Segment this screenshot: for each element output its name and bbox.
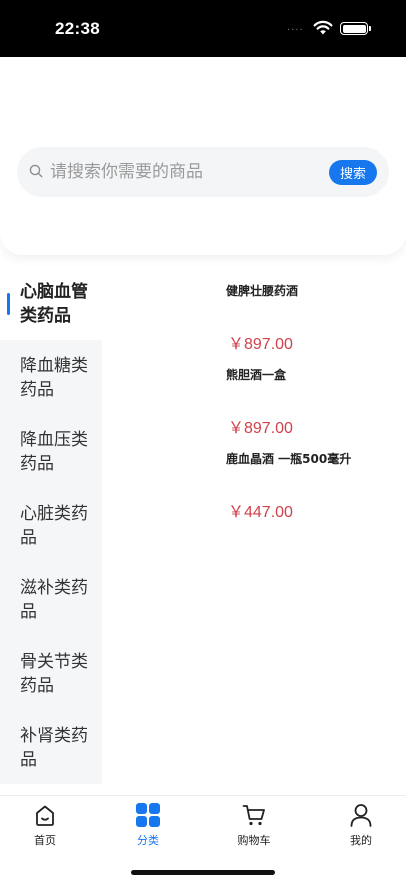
category-label: 降血糖类药品	[20, 356, 88, 400]
tab-category[interactable]: 分类	[118, 802, 178, 848]
product-name: 健脾壮腰药酒	[226, 284, 299, 298]
category-item-blood-pressure[interactable]: 降血压类药品	[0, 414, 102, 488]
product-name: 鹿血晶酒 一瓶500毫升	[226, 452, 352, 466]
product-price: ￥447.00	[228, 504, 293, 521]
tab-cart[interactable]: 购物车	[224, 802, 284, 848]
category-item-heart[interactable]: 心脏类药品	[0, 488, 102, 562]
header: 搜索	[0, 57, 406, 255]
product-price: ￥897.00	[228, 336, 293, 353]
tab-label: 分类	[137, 834, 159, 847]
grid-icon	[136, 803, 160, 827]
category-sidebar: 心脑血管类药品 降血糖类药品 降血压类药品 心脏类药品 滋补类药品 骨关节类药品…	[0, 266, 102, 795]
tab-home[interactable]: 首页	[15, 802, 75, 848]
category-item-joint[interactable]: 骨关节类药品	[0, 636, 102, 710]
product-price: ￥897.00	[228, 420, 293, 437]
battery-icon	[340, 22, 371, 35]
tab-label: 首页	[34, 834, 56, 847]
category-label: 滋补类药品	[20, 578, 88, 622]
search-bar: 搜索	[17, 147, 389, 197]
category-label: 心脑血管类药品	[20, 282, 88, 326]
tab-label: 购物车	[237, 834, 271, 847]
product-list: 健脾壮腰药酒 ￥897.00 熊胆酒一盒 ￥897.00 鹿血晶酒 一瓶500毫…	[226, 282, 396, 534]
cart-icon	[242, 805, 265, 826]
category-label: 心脏类药品	[20, 504, 88, 548]
status-bar: 22:38 ....	[0, 0, 406, 57]
signal-dots: ....	[287, 22, 304, 33]
category-item-cardio[interactable]: 心脑血管类药品	[0, 266, 102, 340]
category-item-blood-sugar[interactable]: 降血糖类药品	[0, 340, 102, 414]
tab-label: 我的	[350, 834, 372, 847]
category-item-tonic[interactable]: 滋补类药品	[0, 562, 102, 636]
active-indicator	[7, 293, 10, 315]
search-icon	[29, 164, 43, 178]
product-item[interactable]: 健脾壮腰药酒 ￥897.00	[226, 282, 396, 366]
search-input[interactable]	[50, 157, 320, 187]
category-label: 骨关节类药品	[20, 652, 88, 696]
home-indicator	[131, 870, 275, 875]
status-time: 22:38	[55, 19, 100, 38]
category-item-kidney[interactable]: 补肾类药品	[0, 710, 102, 784]
tab-profile[interactable]: 我的	[331, 802, 391, 848]
category-label: 降血压类药品	[20, 430, 88, 474]
wifi-icon	[313, 20, 333, 35]
product-item[interactable]: 熊胆酒一盒 ￥897.00	[226, 366, 396, 450]
product-name: 熊胆酒一盒	[226, 368, 287, 382]
category-label: 补肾类药品	[20, 726, 88, 770]
product-item[interactable]: 鹿血晶酒 一瓶500毫升 ￥447.00	[226, 450, 396, 534]
home-icon	[36, 805, 54, 826]
user-icon	[350, 804, 372, 827]
search-button[interactable]: 搜索	[329, 160, 377, 185]
